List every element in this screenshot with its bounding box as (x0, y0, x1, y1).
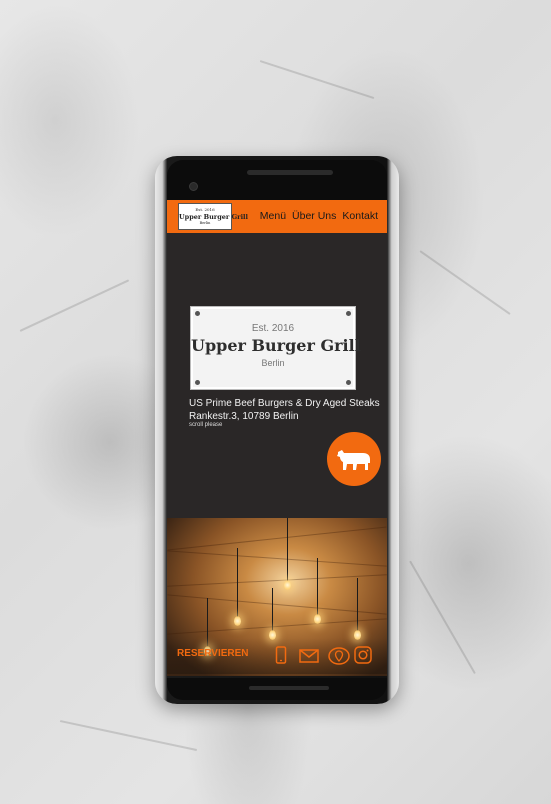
lamp-cord (237, 548, 238, 618)
lamp-cord (272, 588, 273, 632)
map-icon[interactable] (328, 647, 350, 665)
sign-est: Est. 2016 (251, 323, 295, 334)
mail-icon[interactable] (299, 649, 319, 663)
logo-name: Upper Burger Grill (179, 213, 248, 221)
tagline-line-1: US Prime Beef Burgers & Dry Aged Steaks (189, 398, 380, 409)
nav-link-menu[interactable]: Menü (260, 210, 286, 222)
restaurant-sign: Est. 2016 Upper Burger Grill Berlin (190, 306, 361, 390)
wood-plank (167, 526, 387, 551)
nav-link-contact[interactable]: Kontakt (342, 210, 378, 222)
phone-bottom-bezel (167, 678, 387, 700)
speaker-grille (247, 170, 333, 175)
lamp-cord (357, 578, 358, 632)
phone-top-bezel (167, 160, 387, 202)
bottom-action-bar: RESERVIEREN (167, 638, 387, 674)
marble-vein (419, 250, 511, 315)
phone-screen: Est. 2016 Upper Burger Grill Berlin Menü… (167, 200, 387, 676)
marble-vein (259, 60, 375, 100)
bull-icon (337, 450, 370, 470)
marble-vein (19, 279, 130, 332)
wood-plank (167, 550, 387, 567)
phone-icon[interactable] (275, 646, 287, 664)
scroll-hint: scroll please (189, 422, 223, 428)
camera-icon (189, 182, 198, 191)
screw-icon (346, 311, 351, 316)
instagram-icon[interactable] (354, 646, 372, 664)
nav-link-about[interactable]: Über Uns (292, 210, 336, 222)
logo-city: Berlin (199, 221, 211, 225)
lamp-bulb (234, 616, 241, 626)
lamp-cord (287, 518, 288, 582)
hero-tagline: US Prime Beef Burgers & Dry Aged Steaks … (189, 397, 380, 423)
marble-vein (59, 720, 198, 752)
lamp-bulb (284, 580, 291, 590)
site-logo[interactable]: Est. 2016 Upper Burger Grill Berlin (178, 203, 248, 230)
screw-icon (195, 311, 200, 316)
lamp-cord (317, 558, 318, 616)
bull-fab-button[interactable] (327, 432, 381, 486)
nav-links: Menü Über Uns Kontakt (260, 210, 378, 222)
speaker-grille (249, 686, 329, 690)
sign-city: Berlin (261, 358, 285, 368)
top-navbar: Est. 2016 Upper Burger Grill Berlin Menü… (167, 200, 387, 233)
marble-vein (409, 560, 476, 675)
wood-plank (167, 594, 387, 615)
sign-title: Upper Burger Grill (191, 336, 361, 355)
lamp-bulb (314, 614, 321, 624)
wood-plank (167, 574, 387, 587)
reserve-button[interactable]: RESERVIEREN (177, 648, 249, 659)
screw-icon (346, 380, 351, 385)
logo-est: Est. 2016 (195, 207, 215, 212)
screw-icon (195, 380, 200, 385)
